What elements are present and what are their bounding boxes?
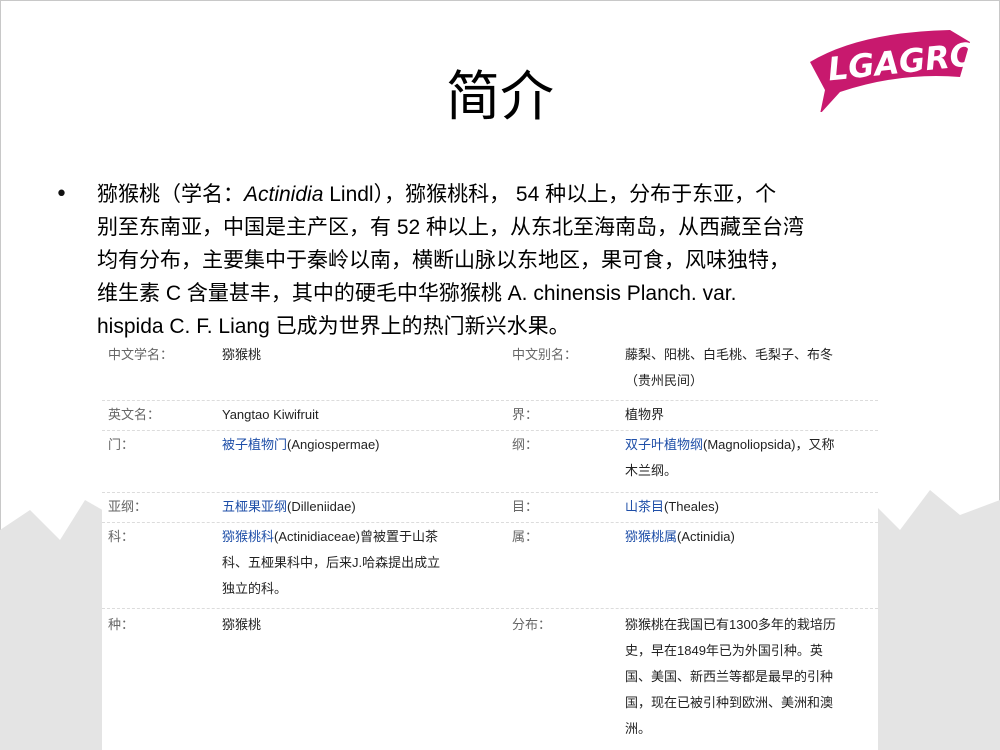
table-row: 中文学名： 猕猴桃 中文别名： 藤梨、阳桃、白毛桃、毛梨子、布冬 （贵州民间） xyxy=(102,338,878,401)
value-distribution-3: 国、美国、新西兰等都是最早的引种 xyxy=(625,669,834,684)
family-latin: (Actinidiaceae)曾被置于山茶 xyxy=(274,529,439,544)
value-family-2: 科、五桠果科中，后来J.哈森提出成立 xyxy=(222,555,441,570)
label-english-name: 英文名： xyxy=(108,407,161,422)
label-chinese-name: 中文学名： xyxy=(108,347,174,362)
label-distribution: 分布： xyxy=(512,617,552,632)
value-class-2: 木兰纲。 xyxy=(625,463,678,478)
label-class: 纲： xyxy=(512,437,539,452)
label-phylum: 门： xyxy=(108,437,135,452)
subclass-latin: (Dilleniidae) xyxy=(287,499,356,514)
table-row: 英文名： Yangtao Kiwifruit 界： 植物界 xyxy=(102,400,878,431)
value-distribution-2: 史，早在1849年已为外国引种。英 xyxy=(625,643,823,658)
bullet-line-4: 维生素 C 含量甚丰，其中的硬毛中华猕猴桃 A. chinensis Planc… xyxy=(97,282,737,305)
label-species: 种： xyxy=(108,617,135,632)
label-kingdom: 界： xyxy=(512,407,539,422)
genus-latin: (Actinidia) xyxy=(677,529,735,544)
value-class: 双子叶植物纲(Magnoliopsida)，又称 xyxy=(625,432,875,458)
table-row: 种： 猕猴桃 分布： 猕猴桃在我国已有1300多年的栽培历 史，早在1849年已… xyxy=(102,608,878,750)
bullet-line-2: 别至东南亚，中国是主产区，有 52 种以上，从东北至海南岛，从西藏至台湾 xyxy=(97,216,805,239)
value-family-3: 独立的科。 xyxy=(222,581,288,596)
bullet-text: 猕猴桃（学名：Actinidia Lindl），猕猴桃科， 54 种以上，分布于… xyxy=(97,178,947,343)
phylum-link[interactable]: 被子植物门 xyxy=(222,437,287,452)
table-row: 门： 被子植物门(Angiospermae) 纲： 双子叶植物纲(Magnoli… xyxy=(102,430,878,493)
label-genus: 属： xyxy=(512,529,539,544)
label-family: 科： xyxy=(108,529,135,544)
genus-link[interactable]: 猕猴桃属 xyxy=(625,529,677,544)
bullet-line-1: 猕猴桃（学名：Actinidia Lindl），猕猴桃科， 54 种以上，分布于… xyxy=(97,178,947,211)
label-order: 目： xyxy=(512,499,539,514)
value-distribution-1: 猕猴桃在我国已有1300多年的栽培历 xyxy=(625,617,836,632)
bullet-line-1-rest: Lindl），猕猴桃科， 54 种以上，分布于东亚，个 xyxy=(323,183,777,206)
bullet-line-3: 均有分布，主要集中于秦岭以南，横断山脉以东地区，果可食，风味独特， xyxy=(97,249,790,272)
value-distribution-4: 国，现在已被引种到欧洲、美洲和澳 xyxy=(625,695,834,710)
value-chinese-alias-2: （贵州民间） xyxy=(625,373,704,388)
phylum-latin: (Angiospermae) xyxy=(287,437,380,452)
label-chinese-alias: 中文别名： xyxy=(512,347,578,362)
value-chinese-alias: 藤梨、阳桃、白毛桃、毛梨子、布冬 xyxy=(625,347,834,362)
label-subclass: 亚纲： xyxy=(108,499,148,514)
order-latin: (Theales) xyxy=(664,499,719,514)
value-genus: 猕猴桃属(Actinidia) xyxy=(625,524,875,550)
bullet-scientific-name: Actinidia xyxy=(244,183,324,206)
value-subclass: 五桠果亚纲(Dilleniidae) xyxy=(222,494,472,520)
value-phylum: 被子植物门(Angiospermae) xyxy=(222,432,472,458)
value-chinese-name: 猕猴桃 xyxy=(222,347,262,362)
order-link[interactable]: 山茶目 xyxy=(625,499,664,514)
table-row: 亚纲： 五桠果亚纲(Dilleniidae) 目： 山茶目(Theales) xyxy=(102,492,878,523)
value-order: 山茶目(Theales) xyxy=(625,494,875,520)
taxonomy-table: 中文学名： 猕猴桃 中文别名： 藤梨、阳桃、白毛桃、毛梨子、布冬 （贵州民间） … xyxy=(102,338,878,750)
slide-title: 简介 xyxy=(446,65,554,128)
value-species: 猕猴桃 xyxy=(222,617,262,632)
family-link[interactable]: 猕猴桃科 xyxy=(222,529,274,544)
bullet-icon: • xyxy=(55,182,68,207)
value-family: 猕猴桃科(Actinidiaceae)曾被置于山茶 xyxy=(222,524,472,550)
bullet-name: 猕猴桃（学名： xyxy=(97,183,244,206)
value-kingdom: 植物界 xyxy=(625,407,665,422)
value-english-name: Yangtao Kiwifruit xyxy=(222,407,319,422)
class-latin: (Magnoliopsida)，又称 xyxy=(703,437,835,452)
subclass-link[interactable]: 五桠果亚纲 xyxy=(222,499,287,514)
table-row: 科： 猕猴桃科(Actinidiaceae)曾被置于山茶 科、五桠果科中，后来J… xyxy=(102,522,878,609)
class-link[interactable]: 双子叶植物纲 xyxy=(625,437,703,452)
value-distribution-5: 洲。 xyxy=(625,721,652,736)
